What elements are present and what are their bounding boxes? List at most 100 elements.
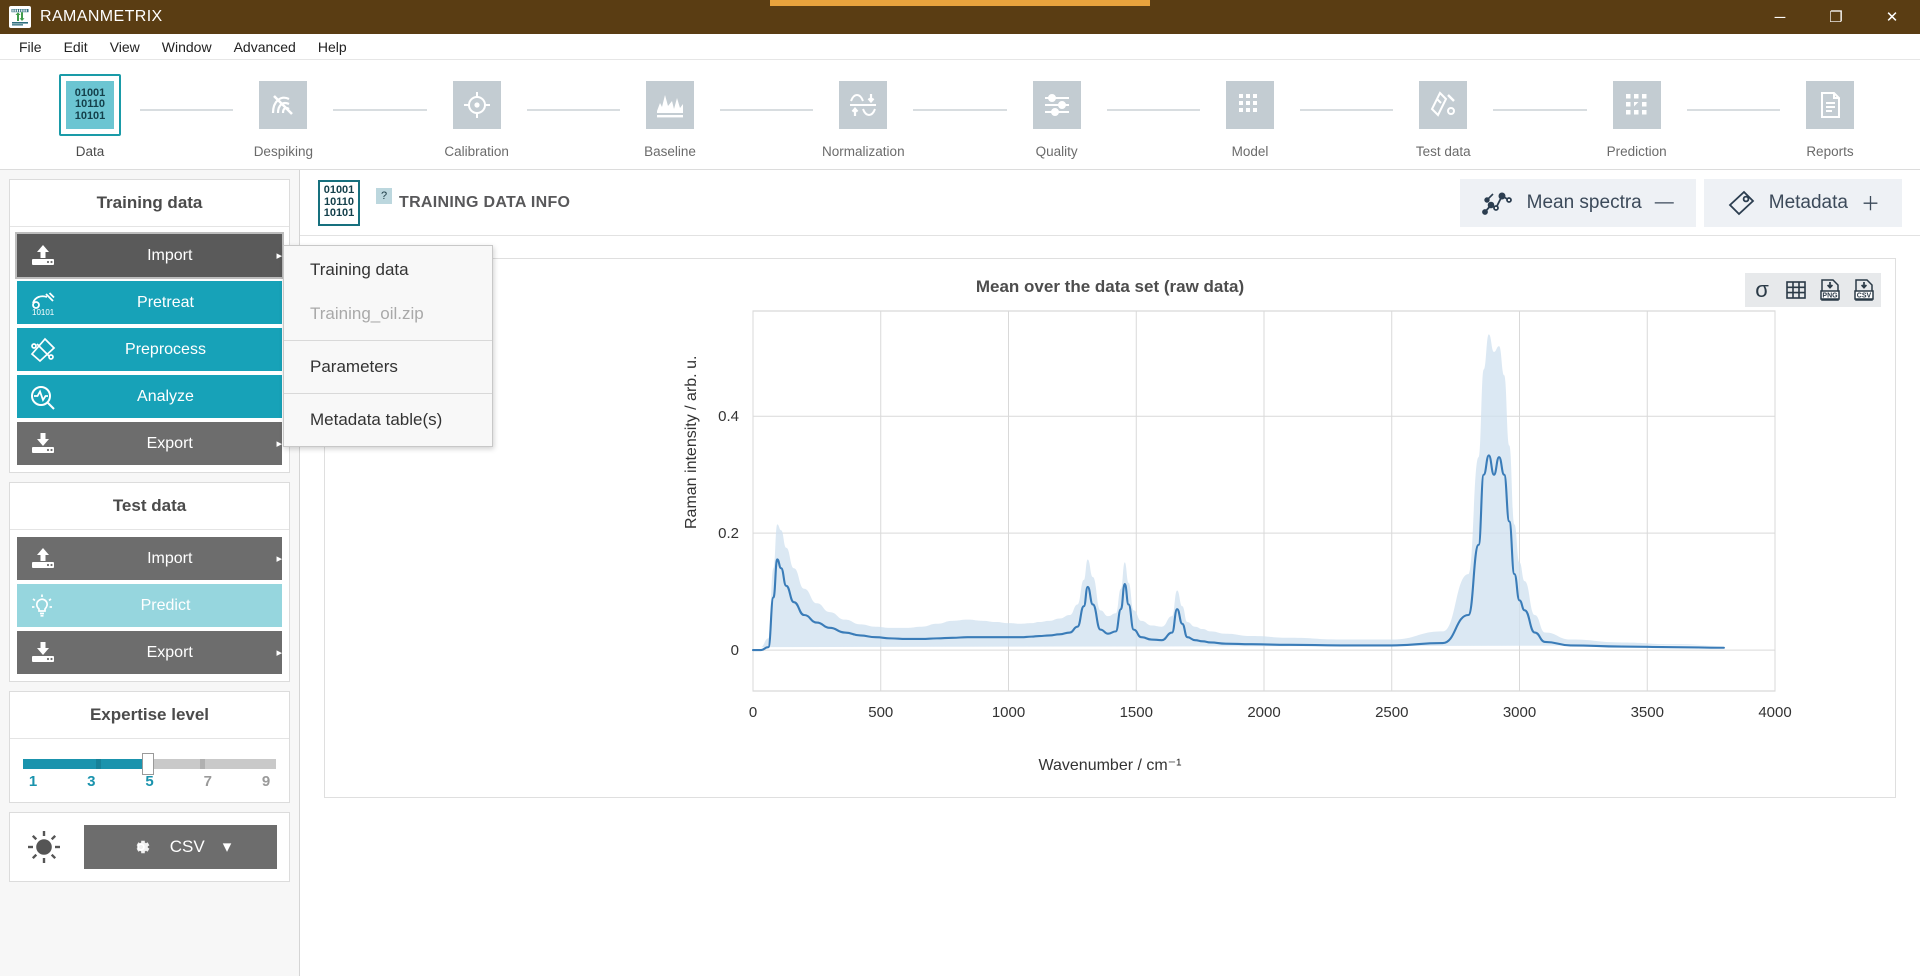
workflow-step-baseline[interactable]: Baseline (620, 74, 720, 159)
chevron-right-icon: ▸ (276, 438, 282, 450)
analyze-icon (17, 384, 69, 410)
format-settings-button[interactable]: CSV ▾ (84, 825, 277, 869)
binary-data-icon: 01001 10110 10101 (66, 81, 114, 129)
help-badge-icon[interactable]: ? (376, 188, 392, 204)
menu-item-edit[interactable]: Edit (53, 36, 99, 58)
workflow-step-despiking[interactable]: Despiking (233, 74, 333, 159)
upload-icon (17, 547, 69, 571)
training-data-panel-title: Training data (10, 180, 289, 227)
chevron-right-icon: ▸ (276, 553, 282, 565)
training-export-button[interactable]: Export ▸ (17, 422, 282, 465)
menu-item-view[interactable]: View (99, 36, 151, 58)
svg-text:3000: 3000 (1503, 704, 1536, 721)
training-export-label: Export (146, 434, 193, 452)
workflow-connector (333, 109, 427, 111)
download-icon (17, 641, 69, 665)
expertise-tick-labels: 1 3 5 7 9 (23, 773, 276, 790)
workflow-step-quality[interactable]: Quality (1007, 74, 1107, 159)
training-import-button[interactable]: Import ▸ (15, 232, 284, 279)
test-import-button[interactable]: Import ▸ (17, 537, 282, 580)
brightness-sun-icon[interactable] (22, 825, 66, 869)
menu-bar: File Edit View Window Advanced Help (0, 34, 1920, 60)
workflow-step-data[interactable]: 01001 10110 10101 Data (40, 74, 140, 159)
svg-text:4000: 4000 (1758, 704, 1791, 721)
menu-item-metadata-tables[interactable]: Metadata table(s) (284, 394, 492, 446)
title-bar: RAMANMETRIX ─ ❐ ✕ (0, 0, 1920, 34)
app-title: RAMANMETRIX (40, 8, 163, 25)
svg-text:0: 0 (731, 642, 739, 659)
content-header-buttons: Mean spectra — Metadata ＋ (1459, 178, 1902, 227)
workflow-label-model: Model (1231, 144, 1269, 159)
chevron-right-icon: ▸ (276, 647, 282, 659)
workflow-step-calibration[interactable]: Calibration (427, 74, 527, 159)
binary-data-icon: 01001 10110 10101 (318, 179, 360, 226)
chart-title: Mean over the data set (raw data) (975, 277, 1245, 296)
training-pretreat-button[interactable]: 10101 Pretreat (17, 281, 282, 324)
workflow-step-model[interactable]: Model (1200, 74, 1300, 159)
title-progress-bar (770, 0, 1150, 6)
workflow-connector (140, 109, 234, 111)
svg-text:0.4: 0.4 (718, 408, 739, 425)
menu-item-advanced[interactable]: Advanced (223, 36, 307, 58)
prediction-icon (1612, 81, 1661, 129)
tag-icon (1726, 190, 1756, 216)
window-controls: ─ ❐ ✕ (1752, 0, 1920, 34)
training-import-label: Import (147, 246, 193, 264)
expertise-slider-handle[interactable] (141, 753, 154, 775)
test-data-icon (1419, 81, 1468, 129)
x-axis-label: Wavenumber / cm⁻¹ (1038, 757, 1182, 774)
expertise-tick-1: 1 (28, 773, 38, 790)
menu-item-training-oil-zip: Training_oil.zip (284, 294, 492, 341)
workflow-step-reports[interactable]: Reports (1780, 74, 1880, 159)
model-matrix-icon (1225, 81, 1274, 129)
svg-text:PNG: PNG (1822, 293, 1838, 300)
workflow-step-prediction[interactable]: Prediction (1587, 74, 1687, 159)
chart-plot-area: 0 500 1000 1500 2000 2500 3000 3500 4000 0 0.2 0.4 (325, 301, 1895, 797)
workflow-step-test-data[interactable]: Test data (1393, 74, 1493, 159)
mean-spectra-toggle-button[interactable]: Mean spectra — (1459, 178, 1696, 227)
svg-text:0: 0 (749, 704, 757, 721)
workflow-step-normalization[interactable]: Normalization (813, 74, 913, 159)
svg-text:CSV: CSV (1857, 293, 1872, 300)
workflow-label-prediction: Prediction (1606, 144, 1667, 159)
menu-item-parameters[interactable]: Parameters (284, 341, 492, 394)
spectra-icon (1481, 190, 1514, 216)
mean-spectra-chart-panel: Mean over the data set (raw data) σ PNG … (324, 258, 1896, 798)
expertise-level-panel: Expertise level 1 3 5 7 9 (9, 691, 290, 803)
menu-item-file[interactable]: File (8, 36, 53, 58)
minimize-button[interactable]: ─ (1752, 0, 1808, 34)
training-analyze-button[interactable]: Analyze (17, 375, 282, 418)
maximize-button[interactable]: ❐ (1808, 0, 1864, 34)
expertise-tick-9: 9 (261, 773, 271, 790)
test-export-label: Export (146, 643, 193, 661)
workflow-label-calibration: Calibration (444, 144, 509, 159)
workflow-connector (1299, 109, 1394, 111)
plus-icon: ＋ (1860, 194, 1880, 215)
metadata-label: Metadata (1768, 191, 1848, 213)
gear-icon (130, 836, 152, 858)
chevron-right-icon: ▸ (276, 250, 282, 262)
close-button[interactable]: ✕ (1864, 0, 1920, 34)
metadata-toggle-button[interactable]: Metadata ＋ (1703, 178, 1902, 227)
content-area: 01001 10110 10101 ? TRAINING DATA INFO M… (300, 170, 1920, 976)
workflow-label-normalization: Normalization (822, 144, 905, 159)
training-preprocess-button[interactable]: Preprocess (17, 328, 282, 371)
menu-item-window[interactable]: Window (151, 36, 223, 58)
reports-icon (1805, 81, 1854, 129)
test-predict-button[interactable]: Predict (17, 584, 282, 627)
test-export-button[interactable]: Export ▸ (17, 631, 282, 674)
workflow-label-data: Data (75, 144, 105, 159)
spectrum-plot: 0 500 1000 1500 2000 2500 3000 3500 4000 0 0.2 0.4 (718, 310, 1792, 721)
despiking-icon (259, 81, 308, 129)
menu-item-training-data[interactable]: Training data (284, 246, 492, 294)
calibration-icon (452, 81, 501, 129)
page-title: TRAINING DATA INFO (399, 193, 571, 211)
test-data-panel: Test data Import ▸ Predict Export ▸ (9, 482, 290, 682)
test-data-panel-title: Test data (10, 483, 289, 530)
training-preprocess-label: Preprocess (125, 340, 206, 358)
menu-item-help[interactable]: Help (307, 36, 358, 58)
expertise-level-slider[interactable] (23, 753, 276, 775)
svg-text:500: 500 (868, 704, 893, 721)
bulb-icon (17, 593, 69, 619)
svg-text:2000: 2000 (1247, 704, 1280, 721)
